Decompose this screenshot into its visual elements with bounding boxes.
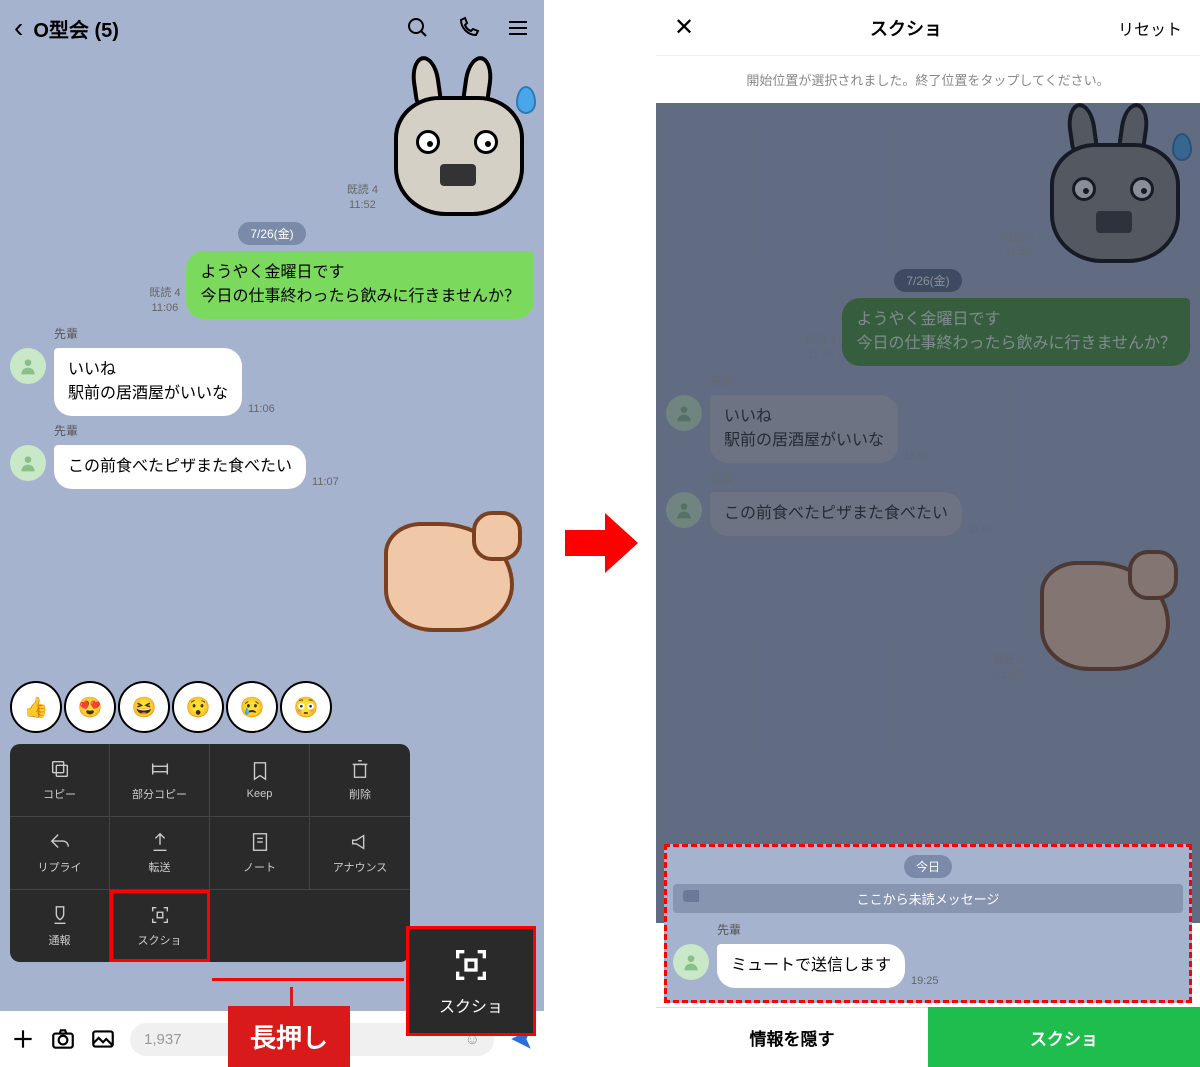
ctx-note[interactable]: ノート [210,817,310,890]
msg-bubble: この前食べたピザまた食べたい [710,492,962,536]
avatar-icon[interactable] [666,492,702,528]
msg-bubble: ようやく金曜日です 今日の仕事終わったら飲みに行きませんか？ [842,298,1190,366]
menu-icon[interactable] [506,16,530,40]
bunny-sticker-icon [384,66,534,216]
camera-icon[interactable] [50,1026,76,1052]
screenshot-button[interactable]: スクショ [928,1007,1200,1067]
unread-divider: ここから未読メッセージ [673,884,1183,913]
avatar-icon[interactable] [10,348,46,384]
today-pill: 今日 [904,855,952,878]
ctx-screenshot[interactable]: スクショ [110,890,210,962]
sender-name: 先輩 [710,469,1190,486]
msg-in[interactable]: ミュートで送信します 19:25 [673,944,1183,988]
screenshot-screen-right: ✕ スクショ リセット 開始位置が選択されました。終了位置をタップしてください。… [656,0,1200,1067]
ctx-partial-copy[interactable]: 部分コピー [110,744,210,817]
msg-sticker-out[interactable]: 既読 4 11:52 [666,113,1190,263]
msg-meta: 既読 4 11:52 [347,183,378,212]
reaction-sad-icon[interactable]: 😢 [226,681,278,733]
msg-meta: 既読 4 11:07 [993,653,1024,682]
ctx-report[interactable]: 通報 [10,890,110,962]
search-icon[interactable] [406,16,430,40]
msg-in[interactable]: この前食べたピザまた食べたい 11:07 [10,445,534,489]
date-divider: 7/26(金) [666,269,1190,292]
msg-time: 19:25 [911,974,939,988]
reset-button[interactable]: リセット [1118,16,1182,40]
back-icon[interactable]: ‹ [14,12,23,44]
ctx-reply[interactable]: リプライ [10,817,110,890]
chat-area[interactable]: 既読 4 11:52 7/26(金) 既読 4 11:06 ようやく金曜日です … [0,56,544,1006]
msg-bubble: ようやく金曜日です 今日の仕事終わったら飲みに行きませんか？ [186,251,534,319]
screenshot-icon [451,945,491,985]
context-menu: コピー 部分コピー Keep 削除 リプライ 転送 ノート アナウンス 通報 ス… [10,744,410,962]
msg-bubble: ミュートで送信します [717,944,905,988]
ctx-delete[interactable]: 削除 [310,744,410,817]
avatar-icon[interactable] [666,395,702,431]
bunny-sticker-icon [1040,113,1190,263]
sender-name: 先輩 [54,422,534,439]
msg-meta: 既読 4 11:06 [149,286,180,315]
longpress-label: 長押し [228,1006,350,1067]
msg-bubble: いいね 駅前の居酒屋がいいな [54,348,242,416]
msg-meta: 既読 4 11:52 [1003,230,1034,259]
reaction-picker[interactable]: 👍 😍 😆 😯 😢 😳 [10,681,332,733]
chat-title[interactable]: O型会 (5) [33,14,406,43]
msg-time: 11:07 [312,475,339,489]
screenshot-header: ✕ スクショ リセット [656,0,1200,56]
reaction-thumbs-icon[interactable]: 👍 [10,681,62,733]
msg-out[interactable]: 既読 4 11:06 ようやく金曜日です 今日の仕事終わったら飲みに行きませんか… [10,251,534,319]
msg-time: 11:06 [248,402,275,416]
ctx-announce[interactable]: アナウンス [310,817,410,890]
ctx-forward[interactable]: 転送 [110,817,210,890]
sender-name: 先輩 [717,921,1183,938]
msg-time: 11:06 [904,449,931,463]
sender-name: 先輩 [54,325,534,342]
callout-connector [212,978,404,981]
reaction-wow-icon[interactable]: 😯 [172,681,224,733]
avatar-icon[interactable] [10,445,46,481]
chat-header: ‹ O型会 (5) [0,0,544,56]
ctx-copy[interactable]: コピー [10,744,110,817]
screenshot-callout: スクショ [406,926,536,1036]
plus-icon[interactable] [10,1026,36,1052]
arrow-icon [560,508,640,583]
msg-bubble: いいね 駅前の居酒屋がいいな [710,395,898,463]
msg-in[interactable]: いいね 駅前の居酒屋がいいな 11:06 [10,348,534,416]
sender-name: 先輩 [710,372,1190,389]
msg-out[interactable]: 既読 4 11:06 ようやく金曜日です 今日の仕事終わったら飲みに行きませんか… [666,298,1190,366]
arm-sticker-icon [374,507,534,647]
msg-time: 11:07 [968,522,995,536]
msg-meta: 既読 4 11:06 [805,333,836,362]
instruction-text: 開始位置が選択されました。終了位置をタップしてください。 [656,56,1200,103]
reaction-love-icon[interactable]: 😍 [64,681,116,733]
hide-info-button[interactable]: 情報を隠す [656,1007,928,1067]
chat-area-dimmed[interactable]: 既読 4 11:52 7/26(金) 既読 4 11:06 ようやく金曜日です … [656,103,1200,923]
selection-area[interactable]: 今日 ここから未読メッセージ 先輩 ミュートで送信します 19:25 [664,844,1192,1003]
close-icon[interactable]: ✕ [674,13,694,42]
longpress-connector [290,987,293,1007]
reaction-shock-icon[interactable]: 😳 [280,681,332,733]
reaction-laugh-icon[interactable]: 😆 [118,681,170,733]
chat-screen-left: ‹ O型会 (5) 既読 4 11:52 7/26(金) [0,0,544,1067]
bottom-buttons: 情報を隠す スクショ [656,1007,1200,1067]
date-divider: 7/26(金) [10,222,534,245]
arm-sticker-icon [1030,546,1190,686]
ctx-keep[interactable]: Keep [210,744,310,817]
header-title: スクショ [870,15,942,41]
msg-sticker-out[interactable] [10,507,534,647]
gallery-icon[interactable] [90,1026,116,1052]
call-icon[interactable] [456,16,480,40]
msg-in[interactable]: いいね 駅前の居酒屋がいいな 11:06 [666,395,1190,463]
msg-sticker-out[interactable]: 既読 4 11:52 [10,66,534,216]
avatar-icon[interactable] [673,944,709,980]
msg-in[interactable]: この前食べたピザまた食べたい 11:07 [666,492,1190,536]
msg-sticker-out[interactable]: 既読 4 11:07 [666,546,1190,686]
msg-bubble: この前食べたピザまた食べたい [54,445,306,489]
